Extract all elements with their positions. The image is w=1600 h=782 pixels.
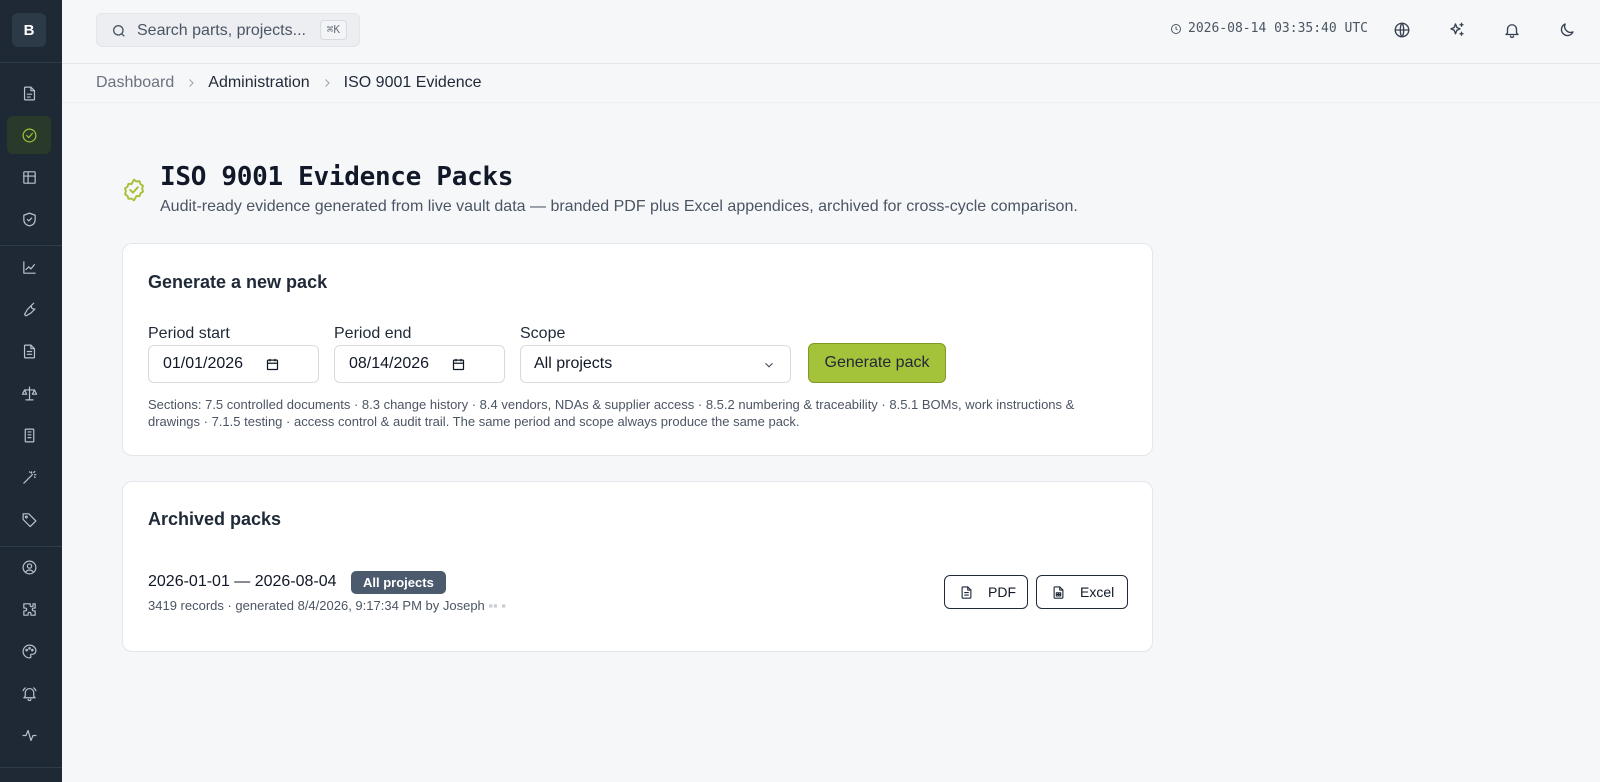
sidebar-item-documents[interactable] (7, 74, 51, 112)
sections-line-2: drawings · 7.1.5 testing · access contro… (148, 414, 800, 429)
sidebar-item-reports[interactable] (7, 248, 51, 286)
sections-description: Sections: 7.5 controlled documents · 8.3… (148, 396, 1108, 430)
clock-text: 2026-08-14 03:35:40 UTC (1188, 21, 1369, 36)
period-end-input[interactable]: 08/14/2026 (334, 345, 505, 383)
building-icon (24, 428, 34, 442)
period-start-value: 01/01/2026 (163, 355, 244, 372)
scale-icon (21, 386, 37, 400)
badge-check-icon (124, 178, 144, 202)
download-excel-button[interactable]: Excel (1036, 575, 1128, 609)
chart-icon (22, 260, 36, 274)
archived-packs-card: Archived packs 2026-01-01 — 2026-08-04 A… (122, 481, 1153, 652)
sidebar: B (0, 0, 62, 782)
sidebar-item-tags[interactable] (7, 500, 51, 538)
sections-line-1: Sections: 7.5 controlled documents · 8.3… (148, 397, 1075, 412)
sidebar-item-alerts[interactable] (7, 674, 51, 712)
chevron-right-icon (189, 79, 194, 87)
magic-wand-icon (22, 470, 36, 484)
tag-icon (22, 512, 36, 527)
clock-icon (1171, 23, 1181, 34)
sidebar-item-automation[interactable] (7, 458, 51, 496)
redacted-name: ▪▪ ▪ (484, 598, 506, 613)
pdf-label: PDF (988, 584, 1016, 600)
calendar-icon[interactable] (265, 357, 280, 372)
period-end-label: Period end (334, 325, 412, 342)
palette-icon (22, 644, 36, 658)
pack-scope-badge: All projects (351, 571, 446, 594)
breadcrumb-divider (62, 102, 1600, 103)
document-icon (23, 86, 35, 100)
breadcrumb-current: ISO 9001 Evidence (343, 74, 482, 91)
scope-label: Scope (520, 325, 566, 342)
moon-icon (1560, 23, 1574, 37)
breadcrumb: Dashboard Administration ISO 9001 Eviden… (96, 74, 482, 92)
topbar: Search parts, projects... ⌘K 2026-08-14 … (62, 0, 1600, 64)
user-circle-icon (22, 560, 36, 574)
sidebar-item-users[interactable] (7, 548, 51, 586)
search-icon (113, 25, 125, 37)
scope-value: All projects (534, 355, 613, 372)
period-start-label: Period start (148, 325, 230, 342)
language-button[interactable] (1388, 16, 1416, 44)
generate-pack-card: Generate a new pack Period start 01/01/2… (122, 243, 1153, 456)
sidebar-item-iso-evidence[interactable] (7, 116, 51, 154)
period-end-value: 08/14/2026 (349, 355, 430, 372)
check-circle-icon (22, 128, 36, 142)
sidebar-item-activity[interactable] (7, 716, 51, 754)
pack-period-range: 2026-01-01 — 2026-08-04 (148, 573, 337, 590)
sidebar-item-tables[interactable] (7, 158, 51, 196)
globe-icon (1394, 22, 1410, 38)
period-start-input[interactable]: 01/01/2026 (148, 345, 319, 383)
notifications-button[interactable] (1498, 16, 1526, 44)
breadcrumb-dashboard[interactable]: Dashboard (96, 74, 174, 92)
chevron-down-icon (765, 362, 773, 368)
sidebar-divider (0, 546, 62, 547)
sidebar-divider (0, 767, 62, 768)
generate-card-title: Generate a new pack (148, 272, 328, 292)
scope-select[interactable]: All projects (520, 345, 791, 383)
breadcrumb-administration[interactable]: Administration (208, 74, 309, 92)
activity-icon (22, 729, 36, 741)
search-input[interactable]: Search parts, projects... ⌘K (96, 13, 360, 47)
page-title: ISO 9001 Evidence Packs (160, 162, 514, 192)
pack-meta: 3419 records · generated 8/4/2026, 9:17:… (148, 598, 506, 613)
page-icon (121, 177, 147, 203)
sidebar-item-files[interactable] (7, 332, 51, 370)
sidebar-item-tools[interactable] (7, 290, 51, 328)
search-shortcut: ⌘K (319, 20, 347, 40)
archived-card-title: Archived packs (148, 509, 282, 529)
wrench-icon (23, 302, 36, 316)
shield-check-icon (22, 212, 36, 226)
ai-assistant-button[interactable] (1443, 16, 1471, 44)
sidebar-item-organization[interactable] (7, 416, 51, 454)
sidebar-item-integrations[interactable] (7, 590, 51, 628)
file-text-icon (961, 585, 972, 599)
excel-label: Excel (1080, 584, 1115, 600)
sparkles-icon (1450, 22, 1464, 36)
page-subtitle: Audit-ready evidence generated from live… (160, 198, 1078, 215)
calendar-icon[interactable] (451, 357, 466, 372)
chevron-right-icon (324, 79, 330, 87)
pack-meta-text: 3419 records · generated 8/4/2026, 9:17:… (148, 598, 485, 613)
search-placeholder: Search parts, projects... (137, 22, 306, 39)
server-clock: 2026-08-14 03:35:40 UTC (1170, 21, 1368, 36)
table-icon (22, 170, 36, 184)
generate-pack-button[interactable]: Generate pack (808, 343, 946, 383)
sidebar-item-security[interactable] (7, 200, 51, 238)
bell-icon (1505, 24, 1519, 39)
sidebar-divider (0, 62, 62, 63)
puzzle-icon (22, 602, 36, 616)
file-text-icon (23, 344, 35, 358)
download-pdf-button[interactable]: PDF (944, 575, 1028, 609)
brand-logo[interactable]: B (12, 13, 46, 47)
theme-toggle-button[interactable] (1553, 16, 1581, 44)
spreadsheet-icon (1053, 585, 1064, 599)
sidebar-divider (0, 245, 62, 246)
sidebar-item-compliance[interactable] (7, 374, 51, 412)
sidebar-item-appearance[interactable] (7, 632, 51, 670)
bell-ring-icon (22, 686, 36, 701)
